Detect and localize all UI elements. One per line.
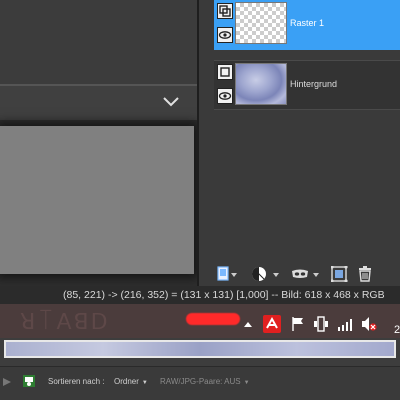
visibility-eye-icon[interactable] [217, 88, 233, 104]
signal-icon[interactable] [337, 316, 353, 332]
layer-thumbnail [235, 63, 287, 105]
flag-icon[interactable] [290, 316, 306, 332]
layer-raster-1[interactable]: Raster 1 [214, 0, 400, 50]
layer-name: Raster 1 [290, 18, 325, 28]
device-icon[interactable] [313, 316, 329, 332]
layer-thumbnail [235, 2, 287, 44]
organizer-icon[interactable] [22, 374, 36, 388]
sort-value: Ordner [114, 377, 139, 386]
clock-fragment: 2 [394, 324, 400, 336]
antivirus-icon[interactable] [263, 315, 281, 333]
blend-mode-icon[interactable] [291, 266, 321, 282]
new-layer-icon[interactable] [216, 266, 238, 282]
dropdown-caret-icon: ▼ [243, 380, 250, 386]
redaction-blob [186, 313, 240, 325]
canvas-area[interactable] [0, 120, 198, 286]
visibility-eye-icon[interactable] [217, 27, 233, 43]
mask-icon[interactable] [251, 266, 281, 282]
arrow-icon[interactable] [2, 377, 12, 387]
sort-dropdown[interactable]: Ordner ▼ [114, 377, 148, 386]
sort-label: Sortieren nach : [48, 377, 105, 386]
layer-effects-icon[interactable] [331, 266, 349, 282]
layer-name: Hintergrund [290, 79, 338, 89]
tray-expand-icon[interactable] [243, 316, 253, 332]
browser-bottom-bar: Sortieren nach : Ordner ▼ RAW/JPG-Paare: … [0, 366, 400, 400]
dropdown-caret-icon: ▼ [141, 380, 148, 386]
delete-icon[interactable] [357, 266, 373, 282]
raw-jpg-label: RAW/JPG-Paare: AUS [160, 377, 241, 386]
background-watermark: ꓤ꓄ꓮꓭꓓ [20, 309, 110, 334]
chevron-down-icon[interactable] [162, 96, 180, 108]
app-window: Raster 1 Hintergrund (85, 221) -> (216, … [0, 0, 400, 400]
layer-toolbar [199, 262, 400, 286]
layer-hintergrund[interactable]: Hintergrund [214, 60, 400, 110]
volume-muted-icon[interactable] [361, 316, 377, 332]
workspace-top-area [0, 0, 198, 84]
status-bar: (85, 221) -> (216, 352) = (131 x 131) [1… [0, 286, 400, 304]
raw-jpg-toggle[interactable]: RAW/JPG-Paare: AUS ▼ [160, 377, 250, 386]
thumbnail-image[interactable] [4, 340, 396, 358]
layers-panel: Raster 1 Hintergrund [199, 0, 400, 262]
thumbnail-strip [0, 338, 400, 366]
taskbar: ꓤ꓄ꓮꓭꓓ 2 [0, 304, 400, 338]
canvas-image[interactable] [0, 126, 194, 274]
layer-type-icon [217, 3, 233, 19]
layer-type-icon [217, 64, 233, 80]
